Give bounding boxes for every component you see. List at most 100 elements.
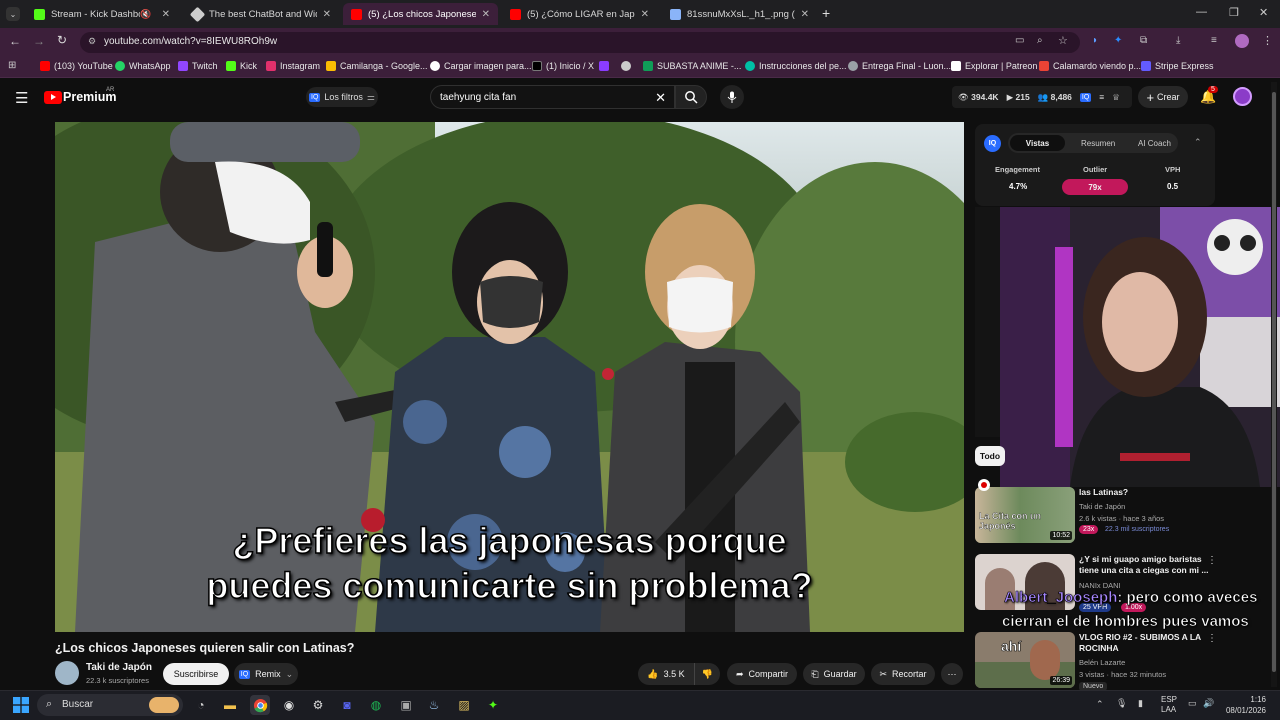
mute-icon[interactable]: 🔇: [140, 9, 151, 20]
subscribe-button[interactable]: Suscribirse: [163, 663, 229, 685]
search-button[interactable]: [675, 85, 707, 109]
download-icon[interactable]: ⤓: [1176, 35, 1180, 46]
clip-button[interactable]: ✂ Recortar: [871, 663, 935, 685]
settings-gear-icon[interactable]: ⚙: [308, 695, 328, 715]
video-player[interactable]: ¿Prefieres las japonesas porque puedes c…: [55, 122, 964, 632]
tab-resumen[interactable]: Resumen: [1081, 139, 1115, 148]
tray-icon[interactable]: ▮: [1138, 698, 1143, 709]
save-button[interactable]: ⎗ Guardar: [803, 663, 865, 685]
tab-chatbot[interactable]: The best ChatBot and Widgets ✕: [184, 3, 339, 25]
bookmark-camilanga[interactable]: Camilanga - Google...: [326, 61, 428, 71]
tray-expand-icon[interactable]: ⌃: [1096, 699, 1104, 710]
bookmark-cargar-imagen[interactable]: Cargar imagen para...: [430, 61, 532, 71]
network-icon[interactable]: ▭: [1188, 698, 1197, 709]
more-options-icon[interactable]: ⋮: [1207, 555, 1217, 566]
create-button[interactable]: + Crear: [1138, 86, 1188, 108]
tab-ligar-japon[interactable]: (5) ¿Cómo LIGAR en Japón sien ✕: [502, 3, 657, 25]
recommendation-item[interactable]: La Cita con un Japonés 10:52 las Latinas…: [975, 479, 1275, 547]
bookmark-instagram[interactable]: Instagram: [266, 61, 320, 71]
bookmark-star-icon[interactable]: ☆: [1058, 34, 1068, 47]
bookmark-instrucciones[interactable]: Instrucciones del pe...: [745, 61, 847, 71]
language-indicator[interactable]: ESP LAA: [1161, 695, 1177, 715]
app-icon[interactable]: ▣: [396, 695, 416, 715]
more-options-icon[interactable]: ⋮: [1207, 633, 1217, 644]
scrollbar-thumb[interactable]: [1272, 92, 1276, 672]
close-icon[interactable]: ✕: [641, 9, 649, 20]
apps-icon[interactable]: ⊞: [8, 60, 16, 71]
tab-vistas[interactable]: Vistas: [1010, 135, 1065, 151]
remix-button[interactable]: IQ Remix ⌄: [234, 663, 298, 685]
bookmark-youtube[interactable]: (103) YouTube: [40, 61, 113, 71]
close-icon[interactable]: ✕: [323, 9, 331, 20]
more-actions-button[interactable]: ⋯: [941, 663, 963, 685]
reload-button[interactable]: ↻: [57, 33, 67, 47]
obs-icon[interactable]: ◉: [279, 695, 299, 715]
account-avatar[interactable]: [1233, 87, 1252, 106]
chrome-icon[interactable]: [250, 695, 270, 715]
like-button[interactable]: 👍 3.5 K: [638, 663, 694, 685]
bookmark-patreon[interactable]: Explorar | Patreon: [951, 61, 1037, 71]
bookmark-x[interactable]: (1) Inicio / X: [532, 61, 594, 71]
taskbar-search[interactable]: ⌕ Buscar: [37, 694, 183, 716]
puzzle-icon[interactable]: ⧉: [1140, 35, 1147, 46]
channel-name[interactable]: Taki de Japón: [86, 662, 152, 673]
tab-kick-dashboard[interactable]: Stream - Kick Dashboard 🔇 ✕: [26, 3, 178, 25]
close-window-button[interactable]: ✕: [1259, 6, 1268, 19]
cast-icon[interactable]: ▭: [1015, 35, 1024, 46]
chip-todo[interactable]: Todo: [975, 446, 1005, 466]
clock[interactable]: 1:16 08/01/2026: [1224, 694, 1266, 716]
channel-avatar[interactable]: [55, 661, 79, 685]
bookmark-twitch[interactable]: Twitch: [178, 61, 218, 71]
back-button[interactable]: ←: [9, 34, 21, 48]
discord-icon[interactable]: ◙: [337, 695, 357, 715]
bookmark-calamardo[interactable]: Calamardo viendo p...: [1039, 61, 1141, 71]
voice-search-button[interactable]: [720, 85, 744, 109]
collapse-icon[interactable]: ⌃: [1194, 137, 1202, 148]
profile-avatar[interactable]: [1235, 34, 1249, 48]
steam-icon[interactable]: ♨: [424, 695, 444, 715]
youtube-logo-icon[interactable]: [44, 91, 62, 104]
bookmark-whatsapp[interactable]: WhatsApp: [115, 61, 171, 71]
widgets-icon[interactable]: ◔: [191, 695, 211, 715]
extension-icon[interactable]: ◗: [1092, 35, 1098, 46]
url-text[interactable]: youtube.com/watch?v=8IEWU8ROh9w: [104, 36, 277, 47]
bookmark-icon-only[interactable]: [599, 61, 609, 71]
list-icon[interactable]: ≡: [1099, 92, 1104, 102]
share-button[interactable]: ➦ Compartir: [727, 663, 797, 685]
tab-search-icon[interactable]: ≡: [1211, 35, 1217, 46]
bookmark-globe-icon[interactable]: [621, 61, 631, 71]
mic-tray-icon[interactable]: 🎙: [1116, 698, 1127, 709]
maximize-button[interactable]: ❐: [1229, 6, 1239, 19]
kick-app-icon[interactable]: ✦: [483, 695, 503, 715]
spotify-icon[interactable]: ◍: [366, 695, 386, 715]
zoom-icon[interactable]: ⌕: [1037, 35, 1043, 46]
page-scrollbar[interactable]: [1271, 82, 1277, 687]
close-icon[interactable]: ✕: [801, 9, 809, 20]
tab-ai-coach[interactable]: AI Coach: [1138, 139, 1171, 148]
filters-button[interactable]: IQ Los filtros ⚌: [306, 87, 378, 107]
minimize-button[interactable]: —: [1196, 6, 1207, 18]
trophy-icon[interactable]: ♕: [1112, 92, 1120, 103]
site-info-icon[interactable]: ⚙: [88, 36, 96, 47]
bookmark-stripe[interactable]: Stripe Express: [1141, 61, 1214, 71]
iq-icon[interactable]: IQ: [1079, 92, 1092, 102]
file-explorer-icon[interactable]: ▬: [220, 695, 240, 715]
close-icon[interactable]: ✕: [162, 9, 170, 20]
new-tab-button[interactable]: +: [822, 5, 830, 21]
tab-png[interactable]: 81ssnuMxXsL._h1_.png (512×5 ✕: [662, 3, 817, 25]
hamburger-menu-icon[interactable]: ☰: [15, 89, 28, 107]
windows-start-icon[interactable]: [11, 695, 31, 715]
forward-button[interactable]: →: [33, 34, 45, 48]
volume-icon[interactable]: 🔊: [1203, 698, 1214, 709]
bookmark-entrega[interactable]: Entrega Final - Luon...: [848, 61, 951, 71]
channel-stats[interactable]: 👁 394.4K ▶ 215 👥 8,486 IQ ≡ ♕: [952, 86, 1132, 108]
tab-search-button[interactable]: ⌄: [6, 7, 20, 21]
recommendation-item[interactable]: ahí 26:39 VLOG RIO #2 - SUBIMOS A LA ROC…: [975, 632, 1275, 691]
bookmark-kick[interactable]: Kick: [226, 61, 257, 71]
photo-app-icon[interactable]: ▨: [454, 695, 474, 715]
dislike-button[interactable]: 👎: [694, 663, 720, 685]
search-input[interactable]: taehyung cita fan ✕: [430, 85, 675, 109]
clear-search-icon[interactable]: ✕: [655, 90, 666, 106]
close-icon[interactable]: ✕: [482, 9, 490, 20]
bookmark-subasta[interactable]: SUBASTA ANIME -...: [643, 61, 741, 71]
